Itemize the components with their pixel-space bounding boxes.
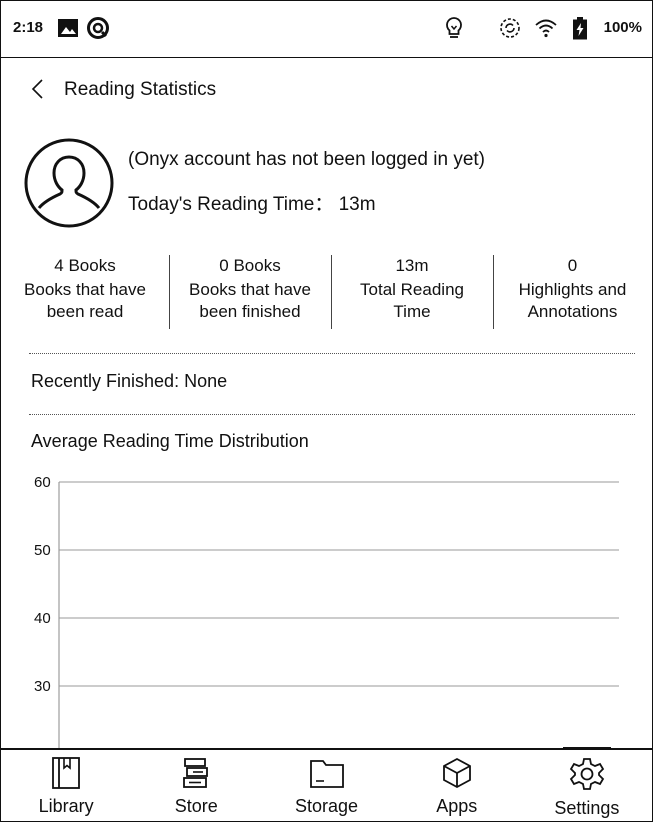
recently-finished[interactable]: Recently Finished: None bbox=[31, 371, 227, 392]
reading-time-chart[interactable]: 6050403020 bbox=[1, 461, 652, 751]
onyx-sync-icon bbox=[87, 17, 109, 39]
stat-total-reading-time[interactable]: 13m Total Reading Time bbox=[331, 253, 493, 333]
folder-icon bbox=[309, 760, 344, 788]
store-icon bbox=[183, 758, 209, 788]
stat-label: been read bbox=[46, 302, 124, 321]
nav-label: Library bbox=[38, 796, 94, 816]
battery-percent: 100% bbox=[603, 19, 642, 36]
chart-title: Average Reading Time Distribution bbox=[31, 431, 309, 451]
nav-apps[interactable]: Apps bbox=[392, 750, 522, 821]
cube-icon bbox=[442, 757, 471, 789]
nav-label: Store bbox=[174, 796, 218, 816]
avatar-icon[interactable] bbox=[23, 137, 115, 229]
nav-library[interactable]: Library bbox=[1, 750, 131, 821]
y-tick-label: 40 bbox=[34, 610, 51, 627]
stat-books-read[interactable]: 4 Books Books that have been read bbox=[1, 253, 169, 333]
device-screen: 2:18 100% Reading Statistics (Onyx accou… bbox=[0, 0, 653, 822]
wifi-icon[interactable] bbox=[533, 15, 559, 41]
nav-label: Apps bbox=[436, 796, 478, 816]
nav-label: Settings bbox=[554, 798, 620, 818]
stat-label: Time bbox=[393, 302, 431, 321]
image-icon bbox=[58, 19, 78, 37]
stat-books-finished[interactable]: 0 Books Books that have been finished bbox=[169, 253, 331, 333]
stat-label: been finished bbox=[199, 302, 301, 321]
bottom-nav: Library Store Storage Apps Settings bbox=[1, 747, 652, 821]
stat-label: Total Reading bbox=[360, 280, 464, 299]
account-status-text[interactable]: (Onyx account has not been logged in yet… bbox=[128, 149, 485, 171]
stats-row: 4 Books Books that have been read 0 Book… bbox=[1, 253, 652, 333]
status-time: 2:18 bbox=[13, 19, 44, 36]
status-bar: 2:18 100% bbox=[1, 1, 652, 58]
nav-storage[interactable]: Storage bbox=[261, 750, 391, 821]
divider bbox=[29, 353, 635, 354]
stat-value: 13m bbox=[395, 256, 429, 275]
battery-icon bbox=[573, 17, 587, 40]
stat-value: 0 bbox=[567, 256, 578, 275]
stat-value: 0 Books bbox=[219, 256, 281, 275]
lightbulb-icon[interactable] bbox=[441, 15, 467, 41]
refresh-icon[interactable] bbox=[497, 15, 523, 41]
stat-label: Highlights and bbox=[518, 280, 627, 299]
back-arrow-icon[interactable] bbox=[27, 77, 51, 101]
nav-settings[interactable]: Settings bbox=[522, 747, 652, 821]
divider bbox=[29, 414, 635, 415]
stat-label: Annotations bbox=[527, 302, 618, 321]
stat-highlights[interactable]: 0 Highlights and Annotations bbox=[493, 253, 652, 333]
stat-value: 4 Books bbox=[54, 256, 116, 275]
nav-store[interactable]: Store bbox=[131, 750, 261, 821]
active-tab-indicator bbox=[562, 747, 611, 750]
book-icon bbox=[52, 757, 80, 789]
stat-label: Books that have bbox=[189, 280, 311, 299]
todays-reading-time: Today's Reading Time： 13m bbox=[128, 194, 376, 215]
y-tick-label: 30 bbox=[34, 678, 51, 695]
gear-icon bbox=[569, 758, 605, 790]
stat-label: Books that have bbox=[24, 280, 146, 299]
page-header: Reading Statistics bbox=[1, 71, 652, 107]
nav-label: Storage bbox=[294, 796, 359, 816]
page-title: Reading Statistics bbox=[64, 79, 217, 100]
y-tick-label: 60 bbox=[34, 474, 51, 491]
y-tick-label: 50 bbox=[34, 542, 51, 559]
